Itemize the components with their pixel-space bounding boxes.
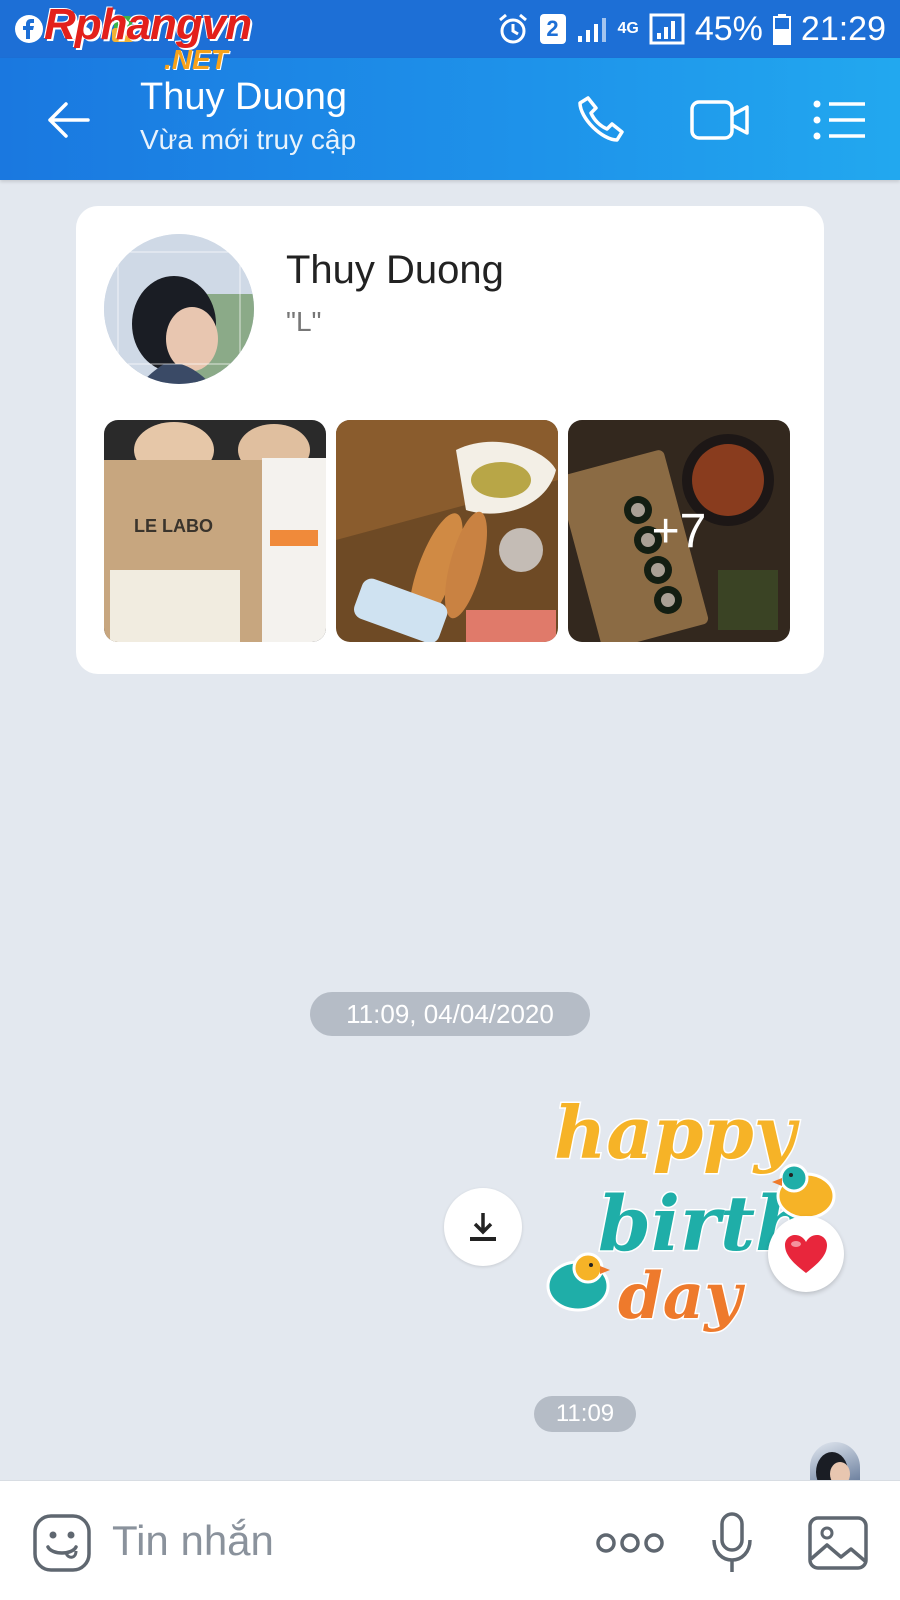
- image-icon: [808, 1516, 868, 1570]
- photo-thumbnail[interactable]: LE LABO: [104, 420, 326, 642]
- sticker-line-3: day: [618, 1259, 745, 1334]
- heart-icon: [785, 1235, 827, 1273]
- download-button[interactable]: [444, 1188, 522, 1266]
- call-button[interactable]: [568, 90, 632, 150]
- profile-status: "L": [286, 306, 322, 337]
- reaction-badge[interactable]: [768, 1216, 844, 1292]
- back-button[interactable]: [36, 88, 100, 152]
- profile-name: Thuy Duong: [286, 248, 504, 292]
- seen-avatar: [810, 1442, 860, 1480]
- emoji-icon: [33, 1514, 91, 1572]
- download-icon: [470, 1213, 496, 1241]
- voice-button[interactable]: [700, 1511, 764, 1575]
- bird-icon: [546, 1252, 610, 1312]
- avatar[interactable]: [104, 234, 254, 384]
- sticker-line-1: happy: [554, 1090, 800, 1175]
- video-call-button[interactable]: [688, 90, 752, 150]
- back-arrow-icon: [48, 102, 90, 138]
- photo-caption: LE LABO: [134, 516, 213, 536]
- alarm-icon: [496, 12, 530, 46]
- photo-thumbnail[interactable]: [336, 420, 558, 642]
- contact-name[interactable]: Thuy Duong: [140, 76, 347, 119]
- signal-icon: [576, 14, 608, 44]
- chat-header: Thuy Duong Vừa mới truy cập: [0, 58, 900, 180]
- emoji-button[interactable]: [30, 1511, 94, 1575]
- message-time: 11:09: [534, 1396, 636, 1432]
- photo-thumbnail-more[interactable]: +7: [568, 420, 790, 642]
- facebook-icon: [14, 14, 44, 44]
- notification-badge: 2: [539, 14, 566, 44]
- more-photos-count: +7: [568, 420, 790, 642]
- battery-percent: 45%: [694, 9, 763, 48]
- clock-time: 21:29: [800, 9, 886, 48]
- menu-button[interactable]: [808, 90, 872, 150]
- phone-icon: [578, 96, 624, 142]
- image-button[interactable]: [806, 1511, 870, 1575]
- last-seen-status: Vừa mới truy cập: [140, 124, 357, 155]
- photo-gallery: LE LABO +7: [104, 420, 790, 642]
- app-icon: [106, 12, 140, 46]
- video-icon: [690, 100, 749, 140]
- signal-strength-icon: [649, 13, 685, 45]
- microphone-icon: [712, 1512, 752, 1572]
- message-input[interactable]: [112, 1509, 552, 1573]
- network-type: 4G: [617, 20, 639, 37]
- date-separator: 11:09, 04/04/2020: [310, 992, 590, 1036]
- more-icon: [596, 1533, 664, 1553]
- more-button[interactable]: [596, 1511, 664, 1575]
- battery-icon: [772, 13, 791, 45]
- menu-icon: [813, 100, 865, 140]
- message-input-bar: [0, 1480, 900, 1600]
- status-bar: 2 4G 45% 21:29: [0, 0, 900, 58]
- profile-card[interactable]: Thuy Duong "L" LE LABO +7: [76, 206, 824, 674]
- cloud-icon: [58, 17, 92, 41]
